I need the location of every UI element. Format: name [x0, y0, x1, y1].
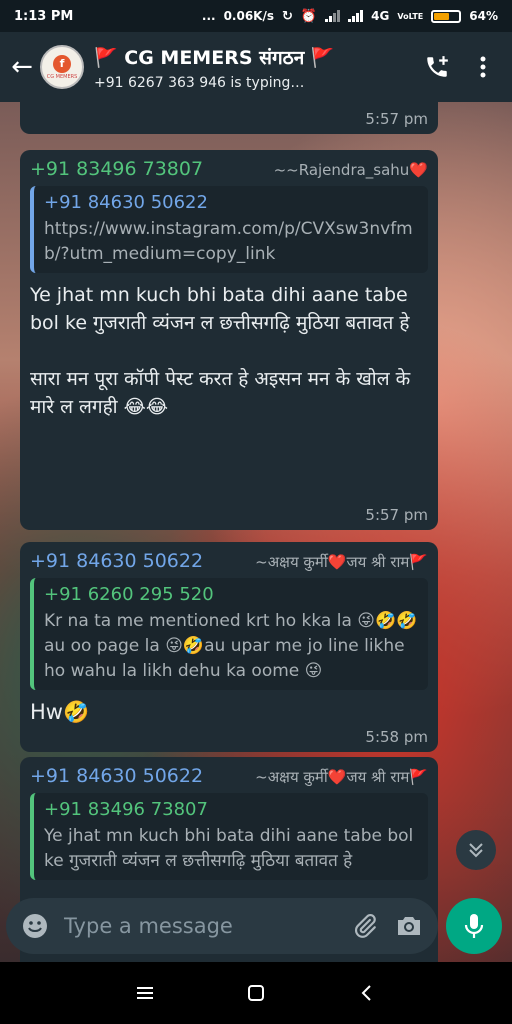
net-speed: 0.06K/s	[223, 9, 275, 23]
quote-text: https://www.instagram.com/p/CVXsw3nvfmb/…	[44, 219, 413, 264]
emoji-icon[interactable]	[18, 909, 52, 943]
message-bubble[interactable]: +91 84630 50622 ~अक्षय कुर्मी❤️जय श्री र…	[20, 542, 438, 752]
system-nav-bar	[0, 962, 512, 1024]
quoted-message[interactable]: +91 83496 73807 Ye jhat mn kuch bhi bata…	[30, 793, 428, 880]
arrow-left-icon[interactable]: ←	[4, 52, 40, 82]
message-time: 5:57 pm	[365, 506, 428, 524]
message-input[interactable]	[64, 914, 348, 938]
status-time: 1:13 PM	[14, 8, 74, 24]
sender-alias: ~अक्षय कुर्मी❤️जय श्री राम🚩	[255, 768, 428, 786]
status-indicators: ... 0.06K/s ↻ ⏰ 4G VoLTE 64%	[202, 9, 498, 24]
camera-icon[interactable]	[392, 909, 426, 943]
sender-alias: ~~Rajendra_sahu❤️	[273, 161, 428, 179]
battery-icon	[431, 9, 462, 23]
typing-status: +91 6267 363 946 is typing…	[94, 74, 305, 91]
sender-alias: ~अक्षय कुर्मी❤️जय श्री राम🚩	[255, 553, 428, 571]
chat-area[interactable]: 5:57 pm +91 83496 73807 ~~Rajendra_sahu❤…	[0, 102, 512, 962]
mic-icon[interactable]	[446, 898, 502, 954]
quote-sender: +91 83496 73807	[44, 799, 208, 820]
quote-sender: +91 6260 295 520	[44, 584, 214, 605]
quoted-message[interactable]: +91 84630 50622 https://www.instagram.co…	[30, 186, 428, 273]
chat-header: ← f CG MEMERS 🚩 CG MEMERS संगठन 🚩 +91 62…	[0, 32, 512, 102]
message-text: Ye jhat mn kuch bhi bata dihi aane tabe …	[30, 284, 411, 418]
message-bubble[interactable]: +91 83496 73807 ~~Rajendra_sahu❤️ +91 84…	[20, 150, 438, 530]
group-name: 🚩 CG MEMERS संगठन 🚩	[94, 46, 335, 69]
phone-plus-icon[interactable]	[414, 44, 460, 90]
message-time: 5:58 pm	[365, 728, 428, 746]
message-text: Hw🤣	[30, 700, 90, 724]
quote-sender: +91 84630 50622	[44, 192, 208, 213]
quoted-message[interactable]: +91 6260 295 520 Kr na ta me mentioned k…	[30, 578, 428, 690]
double-chevron-down-icon[interactable]	[456, 830, 496, 870]
message-sender: +91 83496 73807 ~~Rajendra_sahu❤️	[30, 158, 428, 180]
battery-fill	[434, 12, 449, 20]
sender-number[interactable]: +91 84630 50622	[30, 550, 203, 572]
status-bar: 1:13 PM ... 0.06K/s ↻ ⏰ 4G VoLTE 64%	[0, 0, 512, 32]
chat-title-box[interactable]: 🚩 CG MEMERS संगठन 🚩 +91 6267 363 946 is …	[94, 44, 414, 91]
message-bubble[interactable]: 5:57 pm	[20, 102, 438, 134]
hamburger-icon[interactable]	[125, 973, 165, 1013]
message-sender: +91 84630 50622 ~अक्षय कुर्मी❤️जय श्री र…	[30, 550, 428, 572]
square-icon[interactable]	[236, 973, 276, 1013]
chevron-left-icon[interactable]	[347, 973, 387, 1013]
status-dots: ...	[201, 9, 216, 23]
volte-badge: VoLTE	[397, 11, 424, 21]
group-avatar[interactable]: f CG MEMERS	[40, 45, 84, 89]
paperclip-icon[interactable]	[348, 909, 382, 943]
sender-number[interactable]: +91 84630 50622	[30, 765, 203, 787]
battery-percent: 64%	[469, 9, 498, 23]
signal-icon-2	[348, 10, 364, 22]
avatar-caption: CG MEMERS	[46, 73, 78, 80]
sender-number[interactable]: +91 83496 73807	[30, 158, 203, 180]
data-saver-icon: ↻	[282, 8, 293, 24]
more-vertical-icon[interactable]	[460, 44, 506, 90]
quote-text: Kr na ta me mentioned krt ho kka la 😜🤣🤣 …	[44, 611, 418, 681]
message-sender: +91 84630 50622 ~अक्षय कुर्मी❤️जय श्री र…	[30, 765, 428, 787]
message-composer	[6, 898, 438, 954]
signal-icon	[325, 10, 341, 22]
quote-text: Ye jhat mn kuch bhi bata dihi aane tabe …	[44, 826, 414, 871]
network-type: 4G	[371, 9, 390, 23]
message-time: 5:57 pm	[365, 110, 428, 128]
alarm-icon: ⏰	[300, 8, 318, 24]
avatar-logo: f	[53, 54, 71, 73]
